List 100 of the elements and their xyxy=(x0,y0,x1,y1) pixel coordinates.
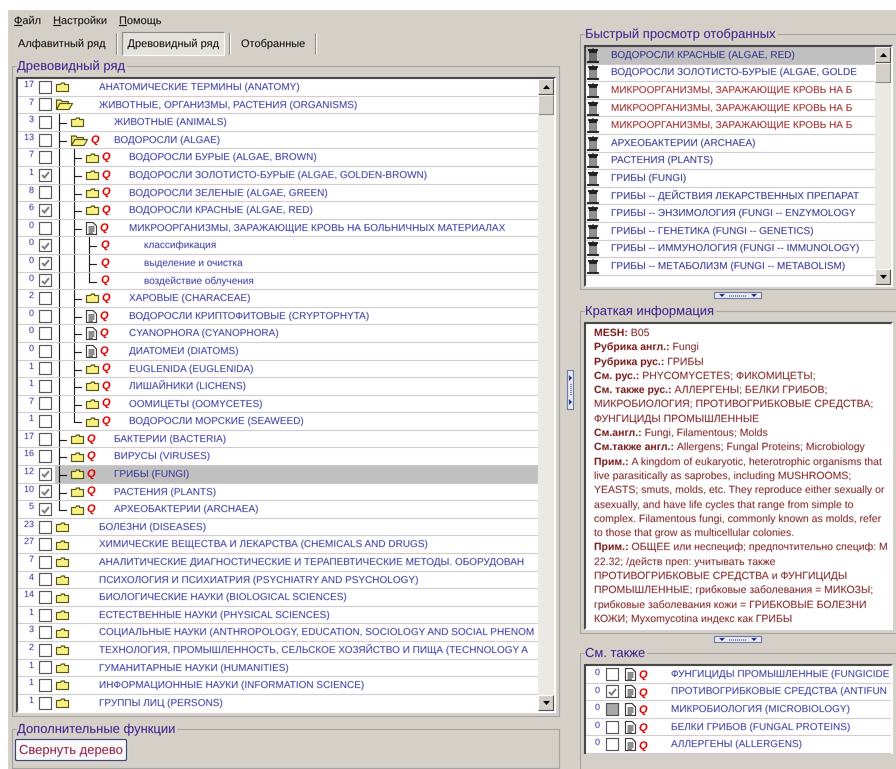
list-item[interactable]: РАСТЕНИЯ (PLANTS) xyxy=(586,152,875,170)
checkbox[interactable] xyxy=(39,503,52,516)
splitter-handle[interactable] xyxy=(714,292,762,299)
tree-row[interactable]: Q ВОДОРОСЛИ (ALGAE) xyxy=(55,132,538,148)
tree-row[interactable]: Q выделение и очистка xyxy=(55,254,538,272)
checkbox[interactable] xyxy=(606,668,619,681)
tree-row[interactable]: Q АРХЕОБАКТЕРИИ (ARCHAEA) xyxy=(55,501,538,518)
checkbox[interactable] xyxy=(39,274,52,288)
checkbox[interactable] xyxy=(39,468,52,481)
checkbox[interactable] xyxy=(39,151,52,164)
menu-item[interactable]: Файл xyxy=(14,12,42,30)
checkbox[interactable] xyxy=(39,362,52,376)
checkbox[interactable] xyxy=(39,591,52,604)
see-also-label[interactable]: БЕЛКИ ГРИБОВ (FUNGAL PROTEINS) xyxy=(671,720,850,735)
menu-item[interactable]: Помощь xyxy=(119,12,162,30)
checkbox[interactable] xyxy=(39,80,52,94)
list-item[interactable]: ГРИБЫ -- МЕТАБОЛИЗМ (FUNGI -- METABOLISM) xyxy=(586,258,875,276)
checkbox[interactable] xyxy=(39,134,52,147)
checkbox[interactable] xyxy=(39,186,52,200)
tree-row[interactable]: АНАЛИТИЧЕСКИЕ ДИАГНОСТИЧЕСКИЕ И ТЕРАПЕВТИЧЕСКИЕ МЕТОДЫ. ОБОРУДОВАН xyxy=(55,554,538,571)
see-also-label[interactable]: АЛЛЕРГЕНЫ (ALLERGENS) xyxy=(671,737,802,752)
tree-row[interactable]: Q ВОДОРОСЛИ МОРСКИЕ (SEAWEED) xyxy=(55,413,538,430)
see-also-label[interactable]: ПРОТИВОГРИБКОВЫЕ СРЕДСТВА (ANTIFUN xyxy=(671,684,887,700)
checkbox[interactable] xyxy=(39,327,52,340)
tree-row[interactable]: Q ВОДОРОСЛИ КРАСНЫЕ (ALGAE, RED) xyxy=(55,202,538,219)
checkbox[interactable] xyxy=(39,450,52,464)
checkbox[interactable] xyxy=(606,738,619,752)
tree-row[interactable]: Q ВИРУСЫ (VIRUSES) xyxy=(55,448,538,466)
checkbox[interactable] xyxy=(39,520,52,534)
list-item[interactable]: АРХЕОБАКТЕРИИ (ARCHAEA) xyxy=(586,134,875,153)
tab[interactable]: Отобранные xyxy=(235,32,312,56)
tree-row[interactable]: Q ХАРОВЫЕ (CHARACEAE) xyxy=(55,290,538,307)
tree-row[interactable]: Q ГРИБЫ (FUNGI) xyxy=(55,466,538,483)
tree-row[interactable]: Q ВОДОРОСЛИ БУРЫЕ (ALGAE, BROWN) xyxy=(55,149,538,166)
tree-row[interactable]: Q ЛИШАЙНИКИ (LICHENS) xyxy=(55,378,538,395)
list-item[interactable]: МИКРООРГАНИЗМЫ, ЗАРАЖАЮЩИЕ КРОВЬ НА Б xyxy=(586,82,875,100)
checkbox[interactable] xyxy=(39,256,52,270)
tree-row[interactable]: БИОЛОГИЧЕСКИЕ НАУКИ (BIOLOGICAL SCIENCES) xyxy=(55,589,538,606)
checkbox[interactable] xyxy=(39,98,52,112)
checkbox[interactable] xyxy=(39,310,52,323)
tree-row[interactable]: Q EUGLENIDA (EUGLENIDA) xyxy=(55,360,538,378)
tree-row[interactable]: Q CYANOPHORA (CYANOPHORA) xyxy=(55,325,538,342)
tree-row[interactable]: АНАТОМИЧЕСКИЕ ТЕРМИНЫ (ANATOMY) xyxy=(55,79,538,96)
tree-row[interactable]: ГУМАНИТАРНЫЕ НАУКИ (HUMANITIES) xyxy=(55,660,538,676)
checkbox[interactable] xyxy=(39,239,52,252)
tree-row[interactable]: ИНФОРМАЦИОННЫЕ НАУКИ (INFORMATION SCIENCE) xyxy=(55,677,538,694)
tree-row[interactable]: Q воздействие облучения xyxy=(55,272,538,290)
tab[interactable]: Древовидный ряд xyxy=(122,32,225,56)
checkbox[interactable] xyxy=(39,556,52,569)
checkbox[interactable] xyxy=(39,222,52,235)
list-item[interactable]: ГРИБЫ (FUNGI) xyxy=(586,170,875,188)
tree-row[interactable]: Q БАКТЕРИИ (BACTERIA) xyxy=(55,430,538,448)
tree-row[interactable]: ЕСТЕСТВЕННЫЕ НАУКИ (PHYSICAL SCIENCES) xyxy=(55,606,538,624)
see-also-label[interactable]: ФУНГИЦИДЫ ПРОМЫШЛЕННЫЕ (FUNGICIDE xyxy=(671,666,890,682)
tree-row[interactable]: Q ВОДОРОСЛИ ЗЕЛЕНЫЕ (ALGAE, GREEN) xyxy=(55,184,538,202)
tree-row[interactable]: ЖИВОТНЫЕ, ОРГАНИЗМЫ, РАСТЕНИЯ (ORGANISMS) xyxy=(55,96,538,114)
list-item[interactable]: ГРИБЫ -- ДЕЙСТВИЯ ЛЕКАРСТВЕННЫХ ПРЕПАРАТ xyxy=(586,188,875,206)
checkbox[interactable] xyxy=(39,397,52,410)
checkbox[interactable] xyxy=(39,696,52,710)
tree-row[interactable]: ГРУППЫ ЛИЦ (PERSONS) xyxy=(55,694,538,711)
checkbox[interactable] xyxy=(39,380,52,393)
tree-row[interactable]: Q ВОДОРОСЛИ КРИПТОФИТОВЫЕ (CRYPTOPHYTA) xyxy=(55,308,538,324)
list-item[interactable]: ГРИБЫ -- ГЕНЕТИКА (FUNGI -- GENETICS) xyxy=(586,222,875,241)
checkbox[interactable] xyxy=(39,644,52,657)
menu-item[interactable]: Настройки xyxy=(53,12,108,30)
list-item[interactable]: МИКРООРГАНИЗМЫ, ЗАРАЖАЮЩИЕ КРОВЬ НА Б xyxy=(586,117,875,135)
scroll-thumb[interactable] xyxy=(875,63,891,83)
list-item[interactable]: ГРИБЫ -- ИММУНОЛОГИЯ (FUNGI -- IMMUNOLOGY) xyxy=(586,240,875,258)
splitter-handle[interactable] xyxy=(566,370,574,410)
tree-row[interactable]: Q классификация xyxy=(55,237,538,254)
checkbox[interactable] xyxy=(39,608,52,622)
collapse-tree-button[interactable]: Свернуть дерево xyxy=(15,738,127,761)
checkbox[interactable] xyxy=(39,432,52,446)
checkbox[interactable] xyxy=(39,538,52,552)
checkbox[interactable] xyxy=(39,168,52,182)
tree-row[interactable]: ТЕХНОЛОГИЯ, ПРОМЫШЛЕННОСТЬ, СЕЛЬСКОЕ ХОЗЯЙСТВО И ПИЩА (TECHNOLOGY A xyxy=(55,642,538,659)
scroll-thumb[interactable] xyxy=(538,95,554,115)
tree-row[interactable]: Q ООМИЦЕТЫ (OOMYCETES) xyxy=(55,396,538,412)
tree-row[interactable]: Q ВОДОРОСЛИ ЗОЛОТИСТО-БУРЫЕ (ALGAE, GOLDEN-BROWN) xyxy=(55,166,538,184)
tree-row[interactable]: Q РАСТЕНИЯ (PLANTS) xyxy=(55,484,538,500)
list-item[interactable]: МИКРООРГАНИЗМЫ, ЗАРАЖАЮЩИЕ КРОВЬ НА Б xyxy=(586,100,875,118)
tree-row[interactable]: Q МИКРООРГАНИЗМЫ, ЗАРАЖАЮЩИЕ КРОВЬ НА БОЛЬНИЧНЫХ МАТЕРИАЛАХ xyxy=(55,220,538,236)
checkbox[interactable] xyxy=(39,204,52,217)
list-item[interactable]: ВОДОРОСЛИ ЗОЛОТИСТО-БУРЫЕ (ALGAE, GOLDE xyxy=(586,64,875,82)
checkbox[interactable] xyxy=(606,685,619,698)
list-item[interactable]: ГРИБЫ -- ЭНЗИМОЛОГИЯ (FUNGI -- ENZYMOLOGY xyxy=(586,205,875,223)
checkbox[interactable] xyxy=(39,485,52,498)
tree-row[interactable]: СОЦИАЛЬНЫЕ НАУКИ (ANTHROPOLOGY, EDUCATION, SOCIOLOGY AND SOCIAL PHENOM xyxy=(55,624,538,641)
checkbox[interactable] xyxy=(39,344,52,358)
see-also-label[interactable]: МИКРОБИОЛОГИЯ (MICROBIOLOGY) xyxy=(671,702,850,717)
checkbox[interactable] xyxy=(39,415,52,428)
tab[interactable]: Алфавитный ряд xyxy=(12,32,112,56)
checkbox[interactable] xyxy=(39,678,52,692)
tree-row[interactable]: ЖИВОТНЫЕ (ANIMALS) xyxy=(55,114,538,131)
tree-row[interactable]: Q ДИАТОМЕИ (DIATOMS) xyxy=(55,342,538,360)
tree-row[interactable]: ПСИХОЛОГИЯ И ПСИХИАТРИЯ (PSYCHIATRY AND PSYCHOLOGY) xyxy=(55,572,538,588)
tree-row[interactable]: ХИМИЧЕСКИЕ ВЕЩЕСТВА И ЛЕКАРСТВА (CHEMICALS AND DRUGS) xyxy=(55,536,538,554)
checkbox[interactable] xyxy=(39,292,52,305)
checkbox[interactable] xyxy=(39,116,52,129)
list-item[interactable]: ВОДОРОСЛИ КРАСНЫЕ (ALGAE, RED) xyxy=(586,47,875,65)
